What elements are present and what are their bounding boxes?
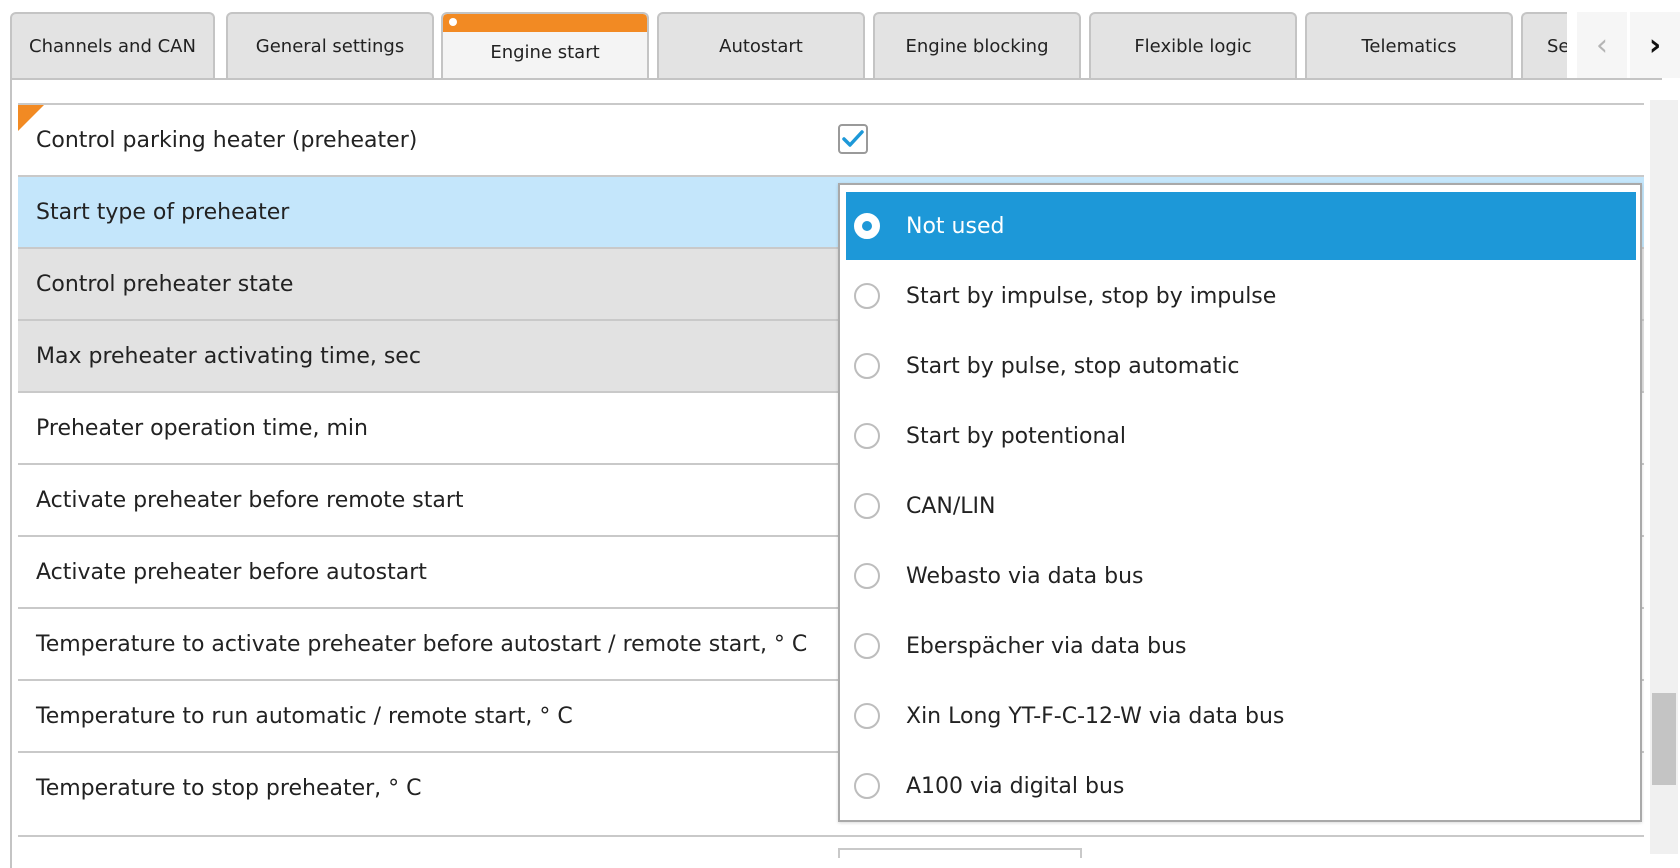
control-parking-heater-checkbox[interactable]	[838, 124, 868, 154]
radio-icon	[854, 703, 880, 729]
modified-dot-icon	[449, 18, 457, 26]
tab-scroll-prev-button[interactable]: ‹	[1577, 12, 1627, 78]
dropdown-option[interactable]: Start by potentional	[846, 402, 1636, 470]
option-label: A100 via digital bus	[906, 773, 1125, 799]
dropdown-option[interactable]: Xin Long YT-F-C-12-W via data bus	[846, 682, 1636, 750]
tab-label: Engine blocking	[905, 35, 1049, 57]
tab-label: Channels and CAN	[29, 35, 196, 57]
start-type-dropdown-list[interactable]: Not used Start by impulse, stop by impul…	[838, 183, 1642, 822]
radio-icon	[854, 423, 880, 449]
dropdown-option[interactable]: A100 via digital bus	[846, 752, 1636, 820]
active-tab-stripe	[443, 14, 647, 32]
chevron-left-icon: ‹	[1596, 27, 1608, 63]
tab-engine-blocking[interactable]: Engine blocking	[873, 12, 1081, 78]
setting-label: Temperature to run automatic / remote st…	[36, 703, 573, 729]
dropdown-option[interactable]: Start by impulse, stop by impulse	[846, 262, 1636, 330]
setting-label: Activate preheater before autostart	[36, 559, 427, 585]
tab-scroll-next-button[interactable]: ›	[1630, 12, 1680, 78]
radio-icon	[854, 773, 880, 799]
tab-channels-and-can[interactable]: Channels and CAN	[10, 12, 215, 78]
option-label: Not used	[906, 213, 1005, 239]
next-row-value-field[interactable]	[838, 848, 1082, 858]
tab-label: General settings	[255, 35, 405, 57]
setting-label: Preheater operation time, min	[36, 415, 368, 441]
tab-autostart[interactable]: Autostart	[657, 12, 865, 78]
tab-engine-start[interactable]: Engine start	[441, 12, 649, 78]
tab-label: Telematics	[1361, 35, 1457, 57]
setting-label: Max preheater activating time, sec	[36, 343, 421, 369]
radio-selected-icon	[854, 213, 880, 239]
checkmark-icon	[842, 130, 864, 147]
dropdown-option[interactable]: Eberspächer via data bus	[846, 612, 1636, 680]
tab-label: Autostart	[719, 35, 803, 57]
tab-label: Se	[1547, 35, 1567, 57]
setting-label: Activate preheater before remote start	[36, 487, 464, 513]
tab-general-settings[interactable]: General settings	[226, 12, 434, 78]
tab-telematics[interactable]: Telematics	[1305, 12, 1513, 78]
setting-label: Start type of preheater	[36, 199, 290, 225]
radio-icon	[854, 353, 880, 379]
option-label: Webasto via data bus	[906, 563, 1144, 589]
dropdown-option-not-used[interactable]: Not used	[846, 192, 1636, 260]
dropdown-option[interactable]: Start by pulse, stop automatic	[846, 332, 1636, 400]
row-divider	[18, 835, 1644, 837]
tab-label: Flexible logic	[1134, 35, 1252, 57]
setting-label: Control preheater state	[36, 271, 294, 297]
setting-label: Temperature to stop preheater, ° C	[36, 775, 422, 801]
option-label: Start by potentional	[906, 423, 1126, 449]
option-label: Start by impulse, stop by impulse	[906, 283, 1277, 309]
tab-flexible-logic[interactable]: Flexible logic	[1089, 12, 1297, 78]
radio-icon	[854, 633, 880, 659]
option-label: Eberspächer via data bus	[906, 633, 1187, 659]
scrollbar-thumb[interactable]	[1652, 693, 1676, 785]
tab-partial-next[interactable]: Se	[1521, 12, 1567, 78]
radio-icon	[854, 493, 880, 519]
tab-bar: Channels and CAN General settings Engine…	[0, 0, 1680, 80]
radio-icon	[854, 563, 880, 589]
option-label: Xin Long YT-F-C-12-W via data bus	[906, 703, 1285, 729]
setting-label: Temperature to activate preheater before…	[36, 631, 808, 657]
setting-row-control-parking-heater[interactable]: Control parking heater (preheater)	[18, 103, 1644, 175]
option-label: Start by pulse, stop automatic	[906, 353, 1240, 379]
radio-icon	[854, 283, 880, 309]
tab-label: Engine start	[490, 41, 600, 63]
dropdown-option[interactable]: Webasto via data bus	[846, 542, 1636, 610]
changed-flag-icon	[18, 105, 44, 131]
option-label: CAN/LIN	[906, 493, 996, 519]
setting-label: Control parking heater (preheater)	[36, 127, 418, 153]
chevron-right-icon: ›	[1648, 27, 1662, 63]
dropdown-option[interactable]: CAN/LIN	[846, 472, 1636, 540]
